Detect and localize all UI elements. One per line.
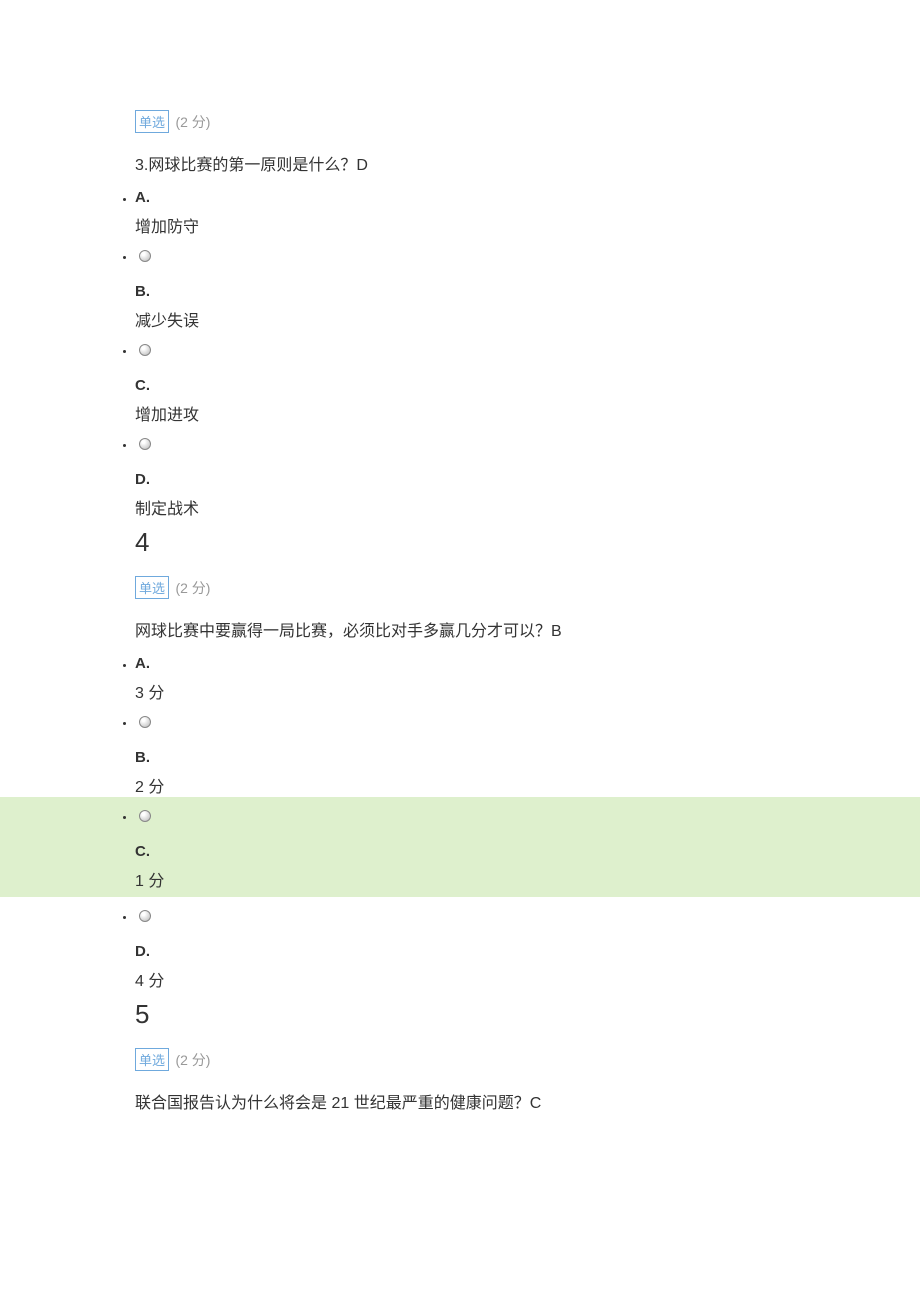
points-label: (2 分)	[175, 1052, 210, 1068]
option-letter: A.	[135, 655, 150, 672]
option-text: 1 分	[135, 867, 920, 891]
option-text: 增加进攻	[135, 401, 920, 425]
radio-icon	[139, 344, 151, 356]
option-d: D. 制定战术	[135, 471, 920, 519]
option-text: 增加防守	[135, 213, 920, 237]
question-type-tag: 单选	[135, 110, 169, 133]
radio-b[interactable]	[135, 341, 920, 359]
radio-b[interactable]	[135, 807, 920, 825]
option-letter: B.	[135, 283, 150, 300]
option-letter: C.	[135, 843, 150, 860]
radio-c[interactable]	[135, 907, 920, 925]
option-a: A. 增加防守	[135, 189, 920, 237]
radio-icon	[139, 810, 151, 822]
option-letter: D.	[135, 943, 150, 960]
option-letter: A.	[135, 189, 150, 206]
option-text: 制定战术	[135, 495, 920, 519]
option-b: B. 减少失误	[135, 283, 920, 331]
radio-icon	[139, 910, 151, 922]
question-3: 单选 (2 分) 3.网球比赛的第一原则是什么？D A. 增加防守 B. 减少失…	[0, 110, 920, 519]
option-c: C. 1 分	[135, 843, 920, 891]
option-letter: D.	[135, 471, 150, 488]
question-number: 5	[135, 999, 920, 1030]
option-letter: B.	[135, 749, 150, 766]
radio-a[interactable]	[135, 713, 920, 731]
question-type-tag: 单选	[135, 1048, 169, 1071]
option-a: A. 3 分	[135, 655, 920, 703]
question-5: 5 单选 (2 分) 联合国报告认为什么将会是 21 世纪最严重的健康问题？C	[0, 999, 920, 1113]
radio-a[interactable]	[135, 247, 920, 265]
radio-icon	[139, 716, 151, 728]
option-b: B. 2 分	[135, 749, 920, 797]
question-type-tag: 单选	[135, 576, 169, 599]
radio-c[interactable]	[135, 435, 920, 453]
highlighted-option: C. 1 分	[0, 797, 920, 897]
option-text: 3 分	[135, 679, 920, 703]
option-text: 4 分	[135, 967, 920, 991]
option-text: 2 分	[135, 773, 920, 797]
question-text: 联合国报告认为什么将会是 21 世纪最严重的健康问题？C	[135, 1089, 920, 1113]
question-text: 3.网球比赛的第一原则是什么？D	[135, 151, 920, 175]
option-d: D. 4 分	[135, 943, 920, 991]
points-label: (2 分)	[175, 114, 210, 130]
radio-icon	[139, 438, 151, 450]
points-label: (2 分)	[175, 580, 210, 596]
option-c: C. 增加进攻	[135, 377, 920, 425]
question-text: 网球比赛中要赢得一局比赛，必须比对手多赢几分才可以？B	[135, 617, 920, 641]
radio-icon	[139, 250, 151, 262]
question-number: 4	[135, 527, 920, 558]
option-letter: C.	[135, 377, 150, 394]
option-text: 减少失误	[135, 307, 920, 331]
question-4: 4 单选 (2 分) 网球比赛中要赢得一局比赛，必须比对手多赢几分才可以？B A…	[0, 527, 920, 991]
